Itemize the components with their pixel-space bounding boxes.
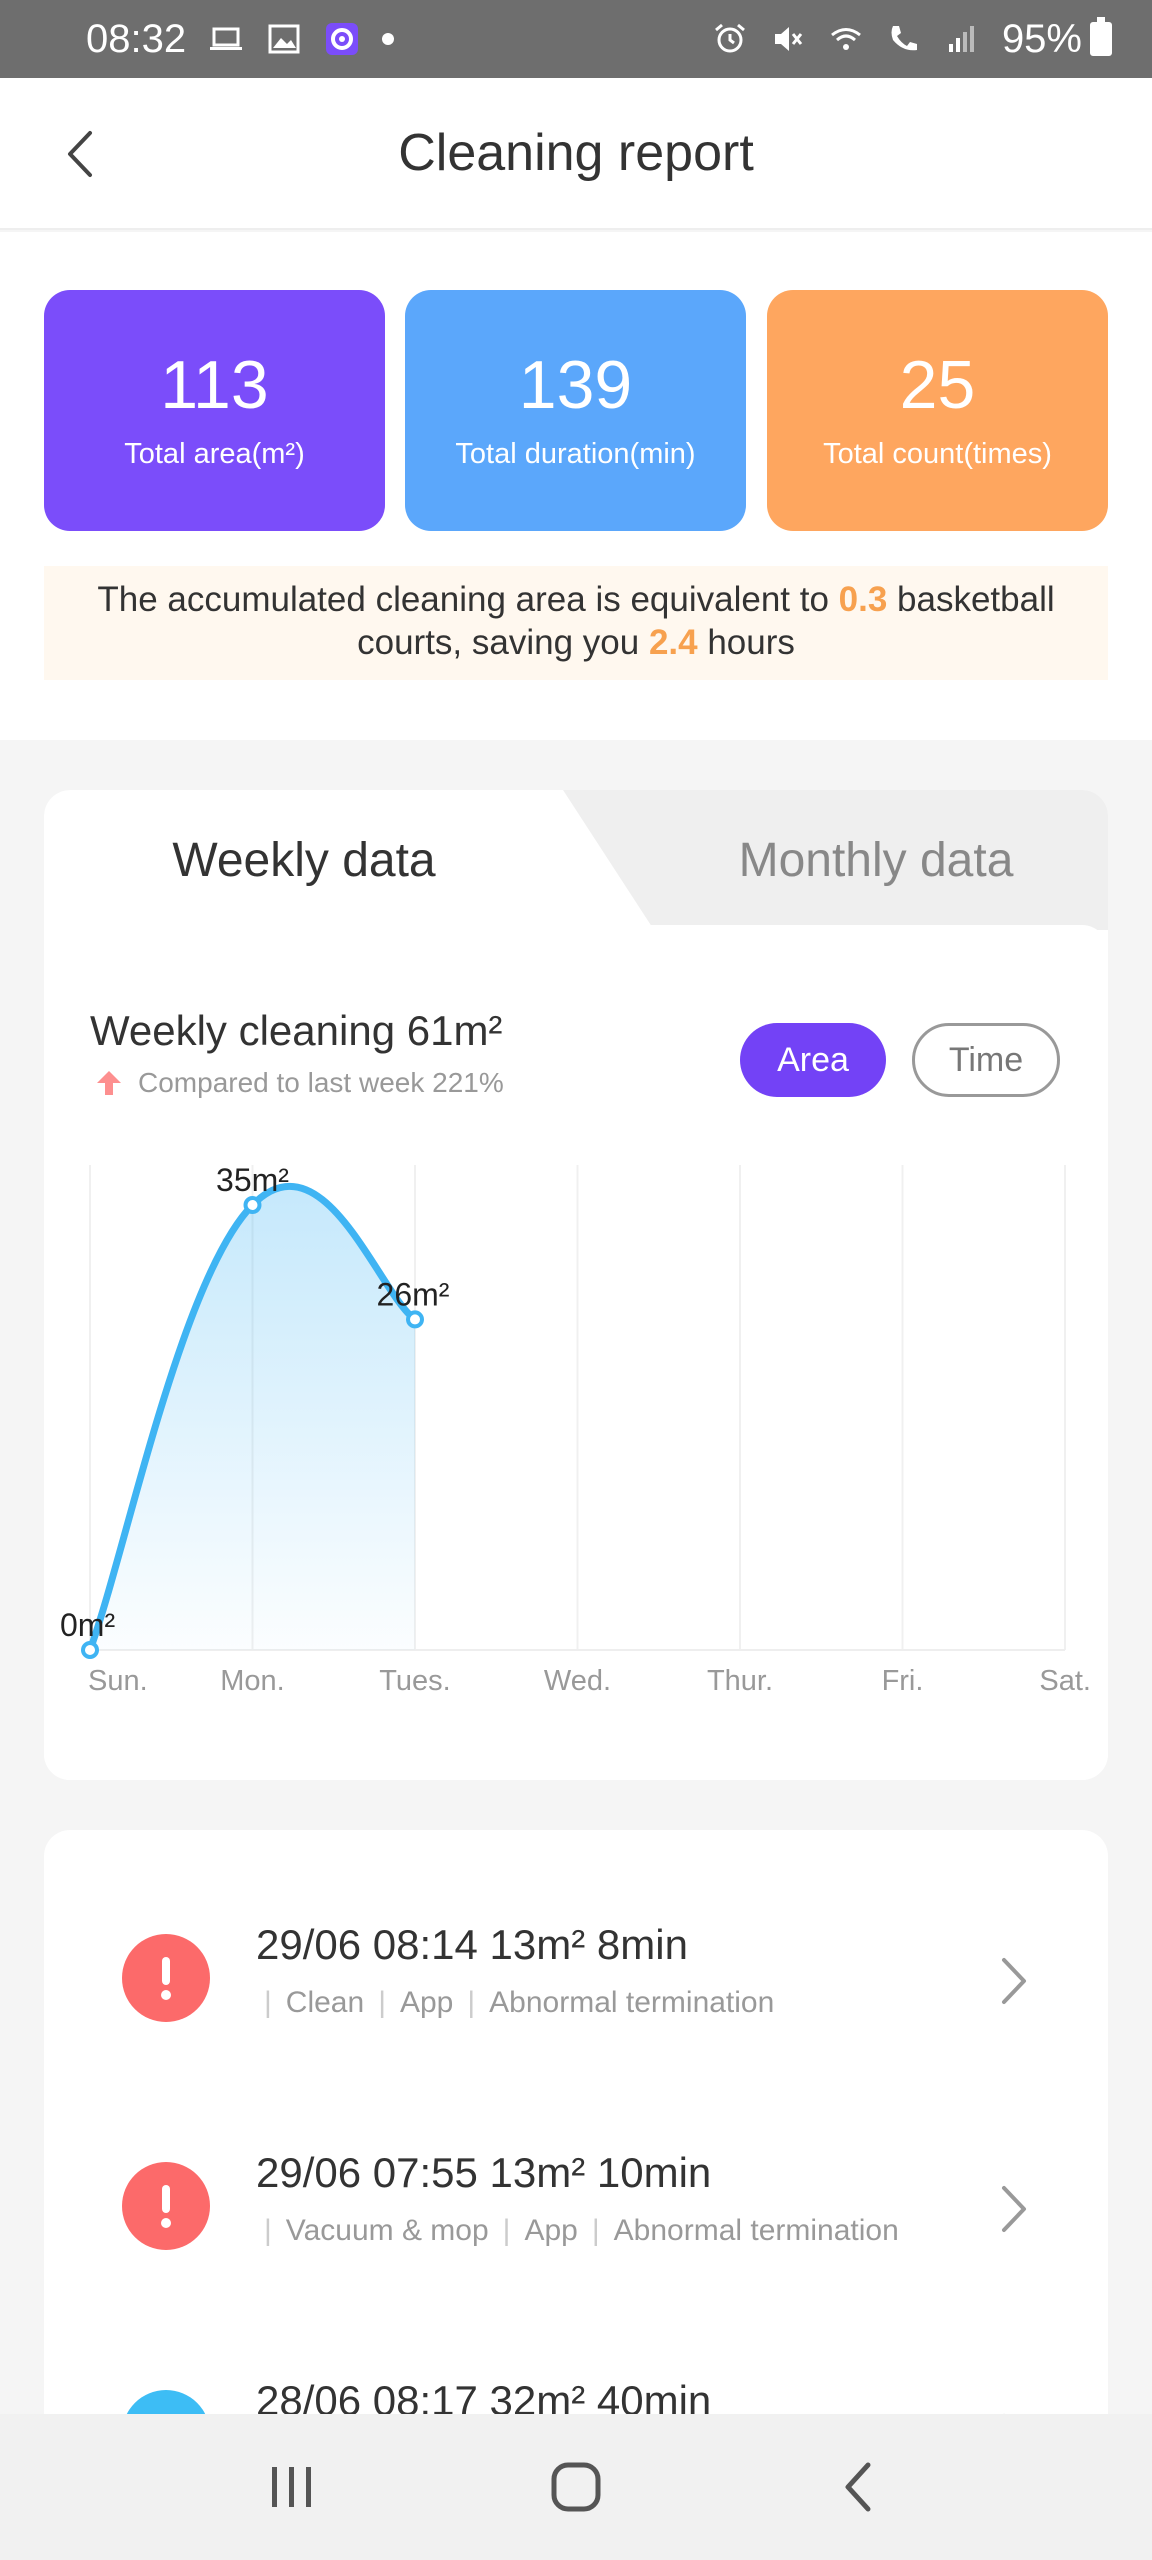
data-point — [406, 1310, 424, 1329]
list-item[interactable]: 29/06 07:55 13m² 10min | Vacuum & mop | Ap… — [44, 2094, 1108, 2322]
system-nav-bar — [0, 2414, 1152, 2560]
x-tick-label: Sun. — [88, 1665, 148, 1697]
record-tag: Vacuum & mop — [285, 2214, 489, 2247]
chevron-right-icon — [1002, 2186, 1026, 2232]
total-count-card: 25 Total count(times) — [767, 290, 1108, 531]
chart-body: Sun. Mon. Tues. Wed. Thur. Fri. Sat. 0m² 35m² 26m… — [44, 925, 1108, 1780]
battery: 95% — [1002, 17, 1112, 62]
total-area-label: Total area(m²) — [124, 438, 305, 470]
call-icon — [886, 21, 922, 57]
record-tags: | Vacuum & mop | App | Abnormal termination — [264, 2214, 899, 2247]
notice-hours-value: 2.4 — [648, 623, 698, 662]
record-tag: Clean — [285, 1986, 365, 2019]
record-tag: Abnormal termination — [489, 1986, 775, 2019]
chevron-left-icon — [68, 131, 92, 177]
chevron-right-icon — [1002, 1958, 1026, 2004]
error-icon — [122, 2162, 210, 2250]
total-area-card: 113 Total area(m²) — [44, 290, 385, 531]
back-icon — [845, 2462, 871, 2512]
record-title: 29/06 07:55 13m² 10min — [256, 2149, 712, 2196]
week-comparison: Compared to last week 221% — [94, 1067, 504, 1099]
comparison-text: Compared to last week 221% — [138, 1067, 504, 1098]
x-tick-label: Thur. — [707, 1665, 773, 1697]
home-icon — [551, 2462, 601, 2512]
app-icon — [324, 21, 360, 57]
alarm-icon — [712, 21, 748, 57]
record-tag: App — [524, 2214, 578, 2247]
total-duration-card: 139 Total duration(min) — [405, 290, 746, 531]
record-tag: App — [399, 1986, 454, 2019]
data-label: 35m² — [216, 1162, 289, 1198]
data-label: 26m² — [377, 1276, 450, 1312]
recents-icon — [272, 2467, 311, 2507]
data-point — [81, 1641, 99, 1659]
signal-icon — [944, 21, 980, 57]
total-duration-label: Total duration(min) — [455, 438, 696, 470]
time-toggle-button[interactable]: Time — [912, 1023, 1060, 1097]
record-tags: | Clean | App | Abnormal termination — [264, 1986, 775, 2019]
x-tick-label: Sat. — [1039, 1665, 1091, 1697]
wifi-icon — [828, 21, 864, 57]
total-count-value: 25 — [899, 347, 976, 423]
x-tick-label: Wed. — [544, 1665, 611, 1697]
summary-section: 113 Total area(m²) 139 Total duration(mi… — [0, 232, 1152, 740]
notice-text-3: hours — [697, 623, 795, 662]
arrow-up-icon — [97, 1071, 121, 1095]
status-time: 08:32 — [86, 16, 187, 61]
back-button[interactable] — [50, 124, 110, 184]
tab-weekly-data[interactable]: Weekly data — [44, 790, 564, 930]
record-title: 29/06 08:14 13m² 8min — [256, 1921, 688, 1968]
total-duration-value: 139 — [518, 347, 633, 423]
battery-level: 95% — [1001, 16, 1082, 61]
list-item[interactable]: 29/06 08:14 13m² 8min | Clean | App | Abnor… — [44, 1866, 1108, 2094]
total-area-value: 113 — [160, 347, 269, 423]
equivalence-notice: The accumulated cleaning area is equival… — [44, 566, 1108, 680]
error-icon — [122, 1934, 210, 2022]
record-tag: Abnormal termination — [613, 2214, 899, 2247]
weekly-cleaning-title: Weekly cleaning 61m² — [90, 1007, 503, 1054]
battery-icon — [1090, 17, 1112, 56]
data-label: 0m² — [60, 1607, 115, 1643]
app-header: Cleaning report — [0, 78, 1152, 230]
x-tick-label: Tues. — [379, 1665, 450, 1697]
nav-back-button[interactable] — [820, 2447, 900, 2527]
laptop-icon — [208, 21, 244, 57]
home-button[interactable] — [536, 2447, 616, 2527]
x-tick-label: Fri. — [882, 1665, 924, 1697]
tab-monthly-data[interactable]: Monthly data — [644, 790, 1108, 930]
page-title: Cleaning report — [398, 124, 754, 182]
total-count-label: Total count(times) — [823, 438, 1052, 470]
notice-courts-value: 0.3 — [838, 580, 888, 619]
weekly-chart-card: Weekly data Monthly data Sun. Mon. Tues. We… — [44, 790, 1108, 1780]
dot-icon — [382, 33, 395, 45]
area-toggle-button[interactable]: Area — [740, 1023, 886, 1097]
recents-button[interactable] — [252, 2447, 332, 2527]
mute-icon — [770, 21, 806, 57]
data-point — [243, 1196, 262, 1214]
gallery-icon — [266, 21, 302, 57]
x-tick-label: Mon. — [220, 1665, 284, 1697]
notice-text-1: The accumulated cleaning area is equival… — [97, 580, 839, 619]
status-bar: 08:32 95% — [0, 0, 1152, 78]
